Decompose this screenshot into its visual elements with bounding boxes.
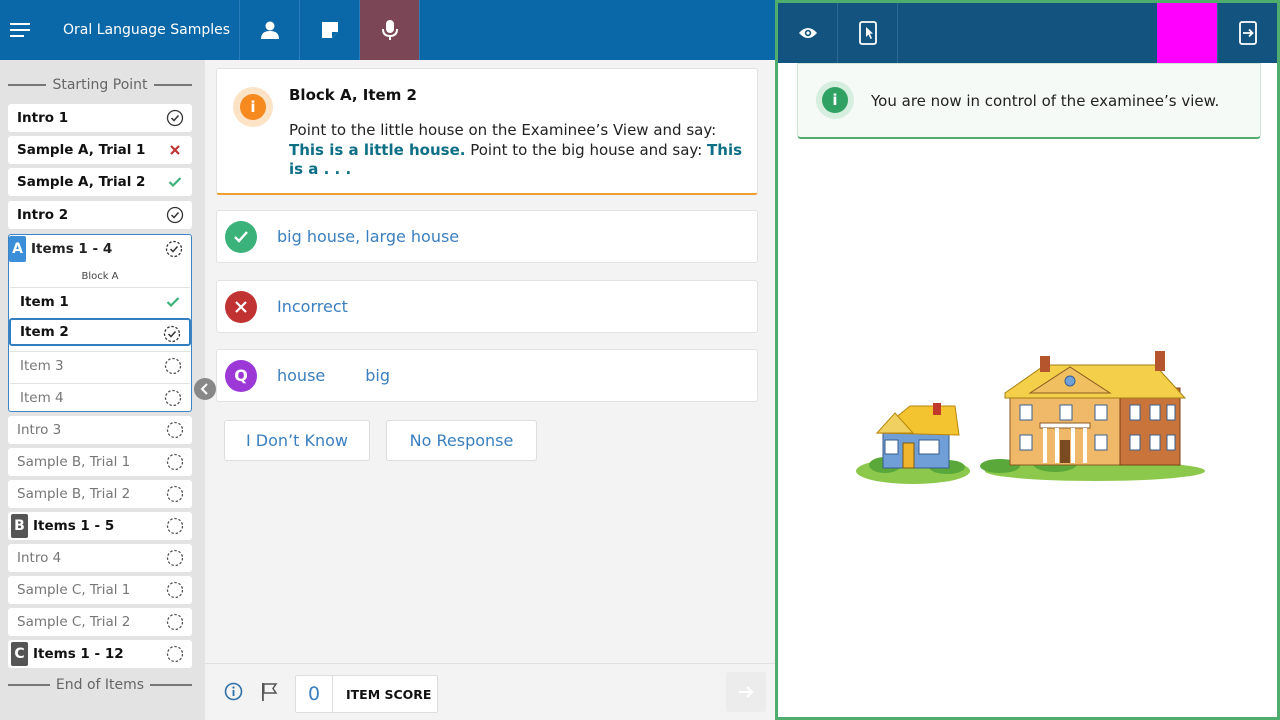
item-sidebar: Starting Point Intro 1 Sample A, Trial 1…	[0, 60, 205, 720]
query-word-big[interactable]: big	[365, 366, 390, 385]
control-notice: i You are now in control of the examinee…	[797, 63, 1261, 139]
sidebar-item-intro-1[interactable]: Intro 1	[8, 104, 192, 132]
eye-icon	[798, 28, 817, 38]
block-a-group: A Items 1 - 4 Block A Item 1 Item 2 Item…	[8, 234, 192, 412]
incorrect-response-option[interactable]: Incorrect	[216, 280, 758, 333]
sidebar-item-block-a-item-1[interactable]: Item 1	[10, 287, 190, 315]
item-score-box: 0 ITEM SCORE	[295, 675, 438, 713]
exit-tablet-icon	[1238, 21, 1257, 45]
end-of-items-divider: End of Items	[8, 675, 193, 695]
starting-point-divider: Starting Point	[8, 75, 192, 95]
item-footer: 0 ITEM SCORE	[205, 663, 775, 720]
sidebar-item-block-a-item-2[interactable]: Item 2	[9, 318, 191, 346]
next-item-button[interactable]	[726, 672, 766, 712]
pending-status-icon	[166, 485, 184, 503]
chevron-left-icon	[200, 383, 208, 395]
preview-button[interactable]	[778, 3, 838, 63]
examinee-button[interactable]	[240, 0, 300, 60]
tablet-control-button[interactable]	[838, 3, 898, 63]
examinee-view-panel: i You are now in control of the examinee…	[775, 0, 1280, 720]
prompt-text-1: This is a little house.	[289, 140, 466, 159]
pending-status-icon	[166, 549, 184, 567]
person-icon	[260, 21, 279, 39]
item-instruction-card: i Block A, Item 2 Point to the little ho…	[216, 68, 758, 195]
big-house-image	[980, 351, 1205, 481]
sidebar-item-sample-b-trial-2[interactable]: Sample B, Trial 2	[8, 480, 192, 508]
query-word-house[interactable]: house	[277, 366, 325, 385]
sidebar-item-block-b[interactable]: B Items 1 - 5	[8, 512, 192, 540]
note-icon	[321, 22, 338, 38]
pending-status-icon	[166, 421, 184, 439]
arrow-right-icon	[739, 686, 754, 698]
info-icon: i	[816, 81, 854, 119]
close-icon	[225, 290, 257, 323]
item-title: Block A, Item 2	[289, 86, 417, 104]
highlight-marker	[1157, 3, 1217, 63]
check-icon	[225, 220, 257, 253]
query-q-icon: Q	[225, 359, 257, 392]
app-title: Oral Language Samples	[42, 0, 240, 60]
sidebar-item-block-c[interactable]: C Items 1 - 12	[8, 640, 192, 668]
item-instructions: Point to the little house on the Examine…	[289, 121, 743, 178]
sidebar-item-intro-3[interactable]: Intro 3	[8, 416, 192, 444]
flag-icon[interactable]	[260, 682, 278, 706]
hamburger-menu-icon[interactable]	[0, 0, 42, 60]
tablet-pointer-icon	[858, 21, 877, 45]
no-response-button[interactable]: No Response	[386, 420, 537, 461]
pending-status-icon	[166, 613, 184, 631]
sidebar-item-sample-c-trial-2[interactable]: Sample C, Trial 2	[8, 608, 192, 636]
block-b-badge: B	[11, 514, 28, 538]
pending-status-icon	[166, 517, 184, 535]
query-response-option[interactable]: Q house big	[216, 349, 758, 402]
microphone-icon	[381, 20, 398, 40]
notes-button[interactable]	[300, 0, 360, 60]
block-a-header[interactable]: A Items 1 - 4	[9, 235, 191, 263]
info-circle-icon[interactable]	[224, 682, 243, 705]
dont-know-button[interactable]: I Don’t Know	[224, 420, 370, 461]
top-bar: Oral Language Samples	[0, 0, 775, 60]
control-notice-text: You are now in control of the examinee’s…	[871, 92, 1220, 110]
sidebar-item-intro-2[interactable]: Intro 2	[8, 201, 192, 229]
in-progress-icon	[163, 325, 181, 343]
pending-status-icon	[166, 645, 184, 663]
correct-check-icon	[164, 293, 182, 311]
sidebar-item-intro-4[interactable]: Intro 4	[8, 544, 192, 572]
houses-illustration	[856, 351, 1205, 484]
sidebar-item-block-a-item-4[interactable]: Item 4	[10, 383, 190, 411]
in-progress-icon	[165, 240, 183, 262]
pending-status-icon	[166, 453, 184, 471]
pending-status-icon	[166, 581, 184, 599]
pending-status-icon	[164, 357, 182, 375]
collapse-sidebar-button[interactable]	[194, 378, 216, 400]
microphone-button[interactable]	[360, 0, 420, 60]
item-score-value: 0	[296, 676, 333, 712]
incorrect-x-icon	[166, 141, 184, 159]
block-a-subtitle: Block A	[81, 271, 119, 282]
little-house-image	[856, 403, 970, 484]
block-a-badge: A	[9, 236, 26, 262]
sidebar-item-block-a-item-3[interactable]: Item 3	[10, 351, 190, 379]
sidebar-item-sample-b-trial-1[interactable]: Sample B, Trial 1	[8, 448, 192, 476]
sidebar-item-sample-a-trial-2[interactable]: Sample A, Trial 2	[8, 168, 192, 196]
sidebar-item-sample-a-trial-1[interactable]: Sample A, Trial 1	[8, 136, 192, 164]
correct-response-option[interactable]: big house, large house	[216, 210, 758, 263]
info-icon: i	[233, 87, 273, 127]
sidebar-item-sample-c-trial-1[interactable]: Sample C, Trial 1	[8, 576, 192, 604]
item-content: i Block A, Item 2 Point to the little ho…	[205, 60, 775, 663]
item-score-label: ITEM SCORE	[346, 686, 432, 702]
complete-check-icon	[166, 206, 184, 224]
pending-status-icon	[164, 389, 182, 407]
exit-examinee-view-button[interactable]	[1217, 3, 1277, 63]
complete-check-icon	[166, 109, 184, 127]
correct-check-icon	[166, 173, 184, 191]
block-c-badge: C	[11, 642, 28, 666]
